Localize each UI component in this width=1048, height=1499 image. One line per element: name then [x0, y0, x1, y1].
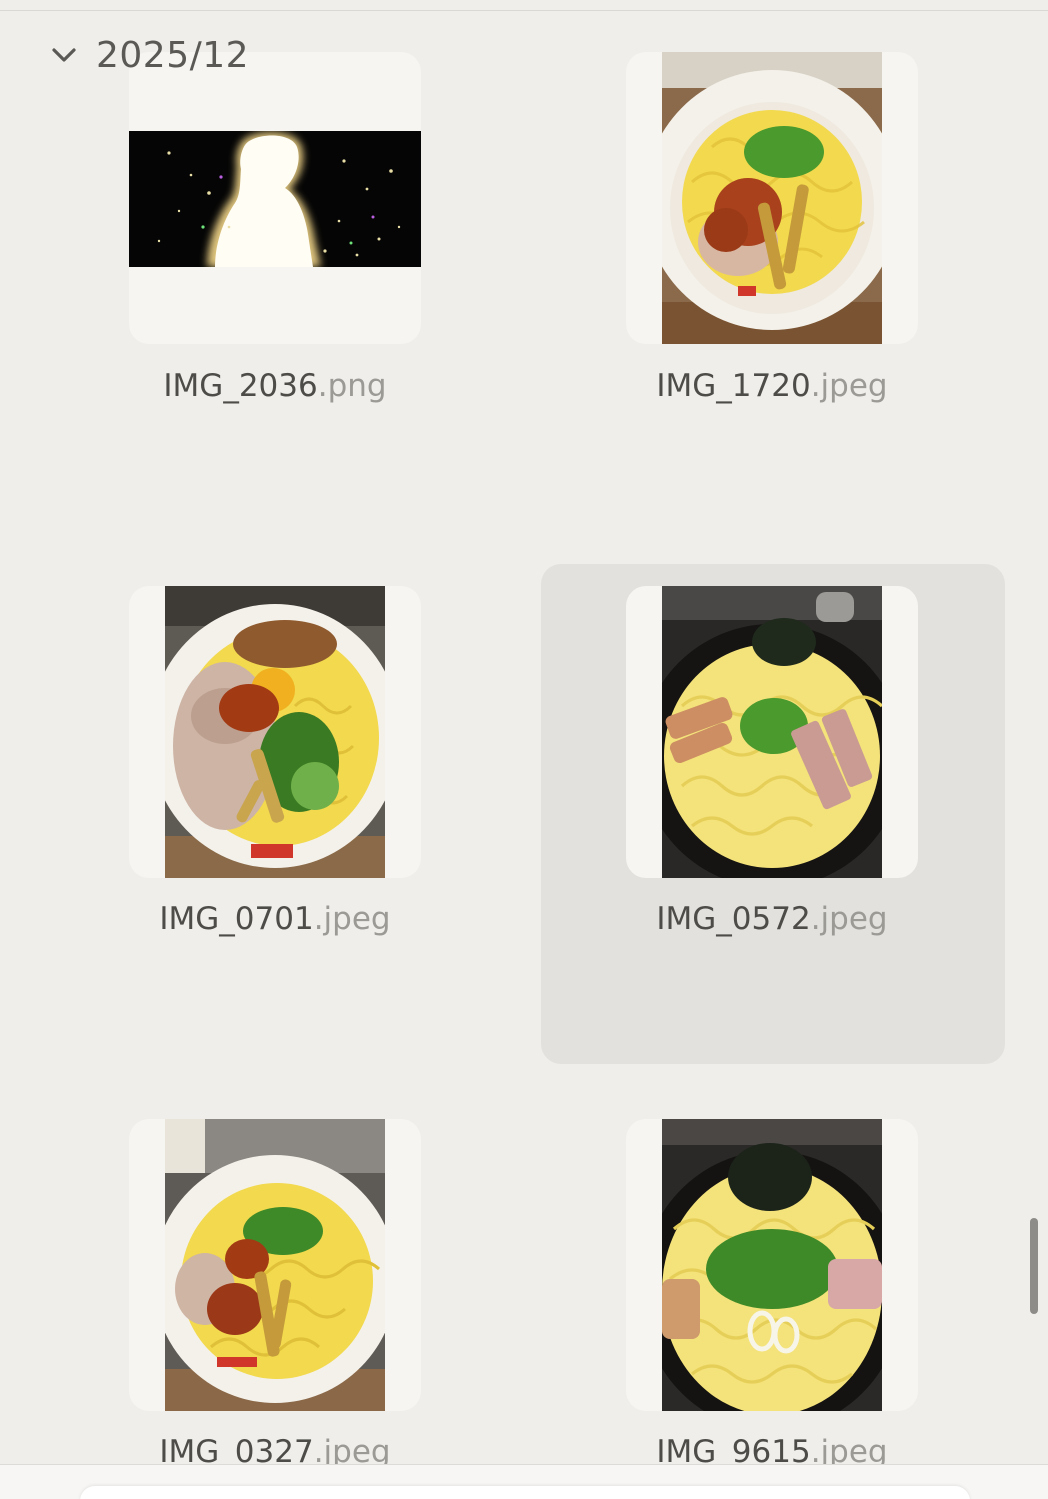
section-title: 2025/12 [96, 34, 250, 76]
ramen-photo [662, 586, 882, 878]
file-thumbnail-selected[interactable] [626, 586, 918, 878]
file-extension: .jpeg [313, 901, 391, 937]
vertical-scrollbar[interactable] [1030, 1218, 1038, 1314]
file-extension: .jpeg [810, 368, 888, 404]
bottom-toolbar[interactable] [80, 1486, 970, 1499]
file-extension: .jpeg [810, 901, 888, 937]
chevron-down-icon[interactable] [46, 37, 82, 73]
ramen-photo [165, 586, 385, 878]
file-thumbnail[interactable] [129, 52, 421, 344]
file-base-name: IMG_0572 [656, 901, 811, 937]
section-header[interactable]: 2025/12 [46, 28, 249, 82]
file-base-name: IMG_1720 [656, 368, 811, 404]
file-extension: .png [317, 368, 387, 404]
top-divider [0, 10, 1048, 11]
file-thumbnail[interactable] [626, 1119, 918, 1411]
file-thumbnail[interactable] [129, 1119, 421, 1411]
ramen-photo [662, 52, 882, 344]
file-name: IMG_0701.jpeg [75, 901, 475, 937]
file-name: IMG_1720.jpeg [572, 368, 972, 404]
file-base-name: IMG_0701 [159, 901, 314, 937]
ramen-photo [662, 1119, 882, 1411]
file-thumbnail[interactable] [626, 52, 918, 344]
file-name: IMG_0572.jpeg [572, 901, 972, 937]
file-base-name: IMG_2036 [163, 368, 318, 404]
file-name: IMG_2036.png [75, 368, 475, 404]
file-browser-page: 2025/12 IMG_2036.png IMG_1720.jpeg IMG_0… [0, 0, 1048, 1499]
silhouette-image [129, 131, 421, 267]
file-thumbnail[interactable] [129, 586, 421, 878]
ramen-photo [165, 1119, 385, 1411]
